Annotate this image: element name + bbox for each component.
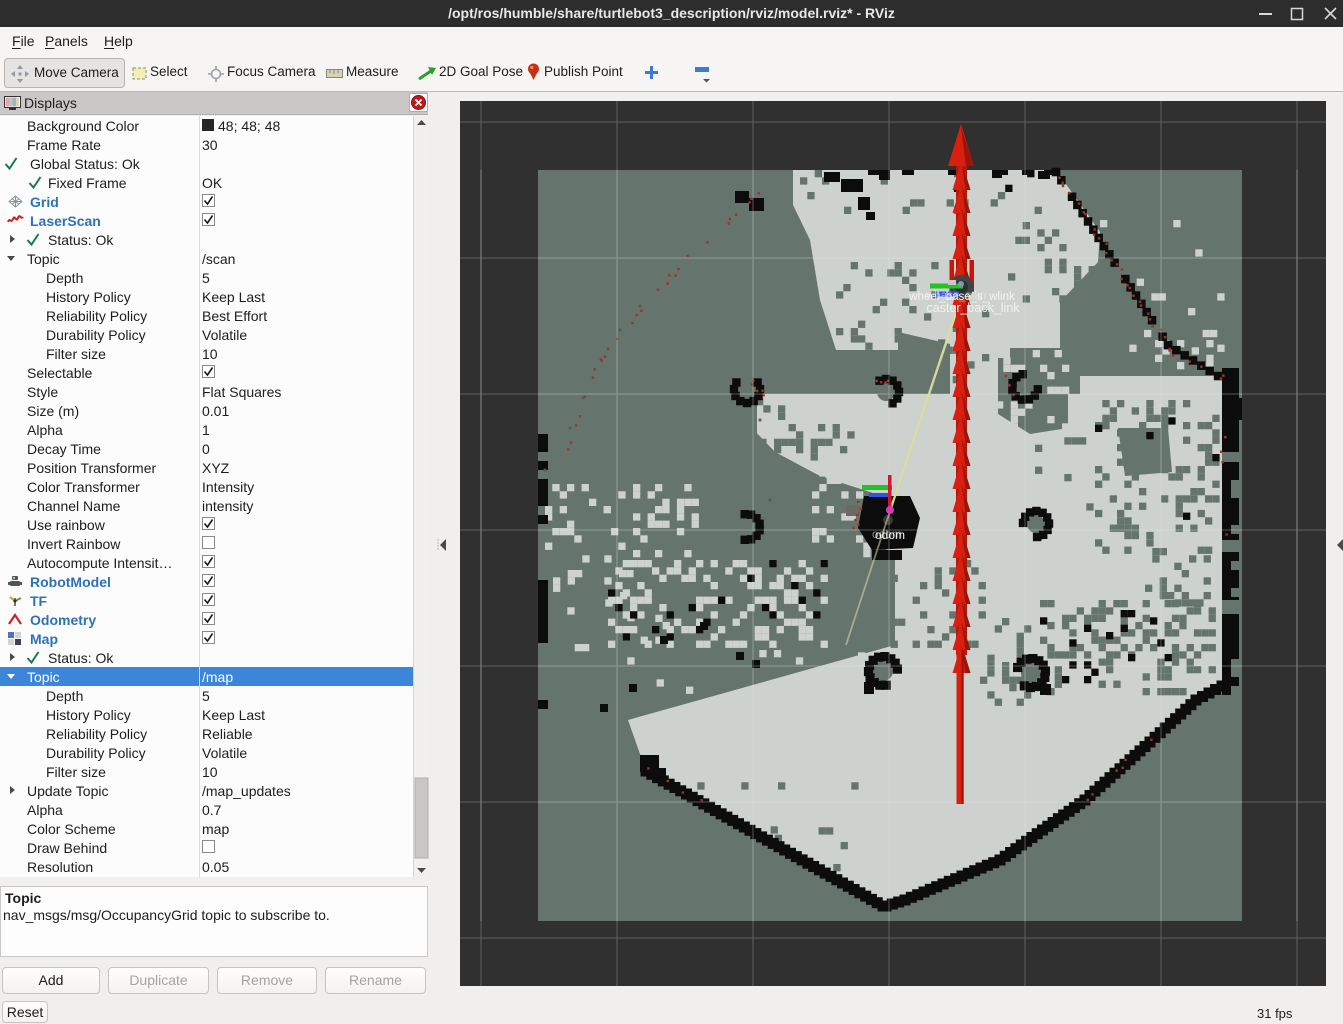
svg-text:odom: odom (872, 527, 902, 541)
svg-text:caster_back_link: caster_back_link (926, 301, 1020, 315)
